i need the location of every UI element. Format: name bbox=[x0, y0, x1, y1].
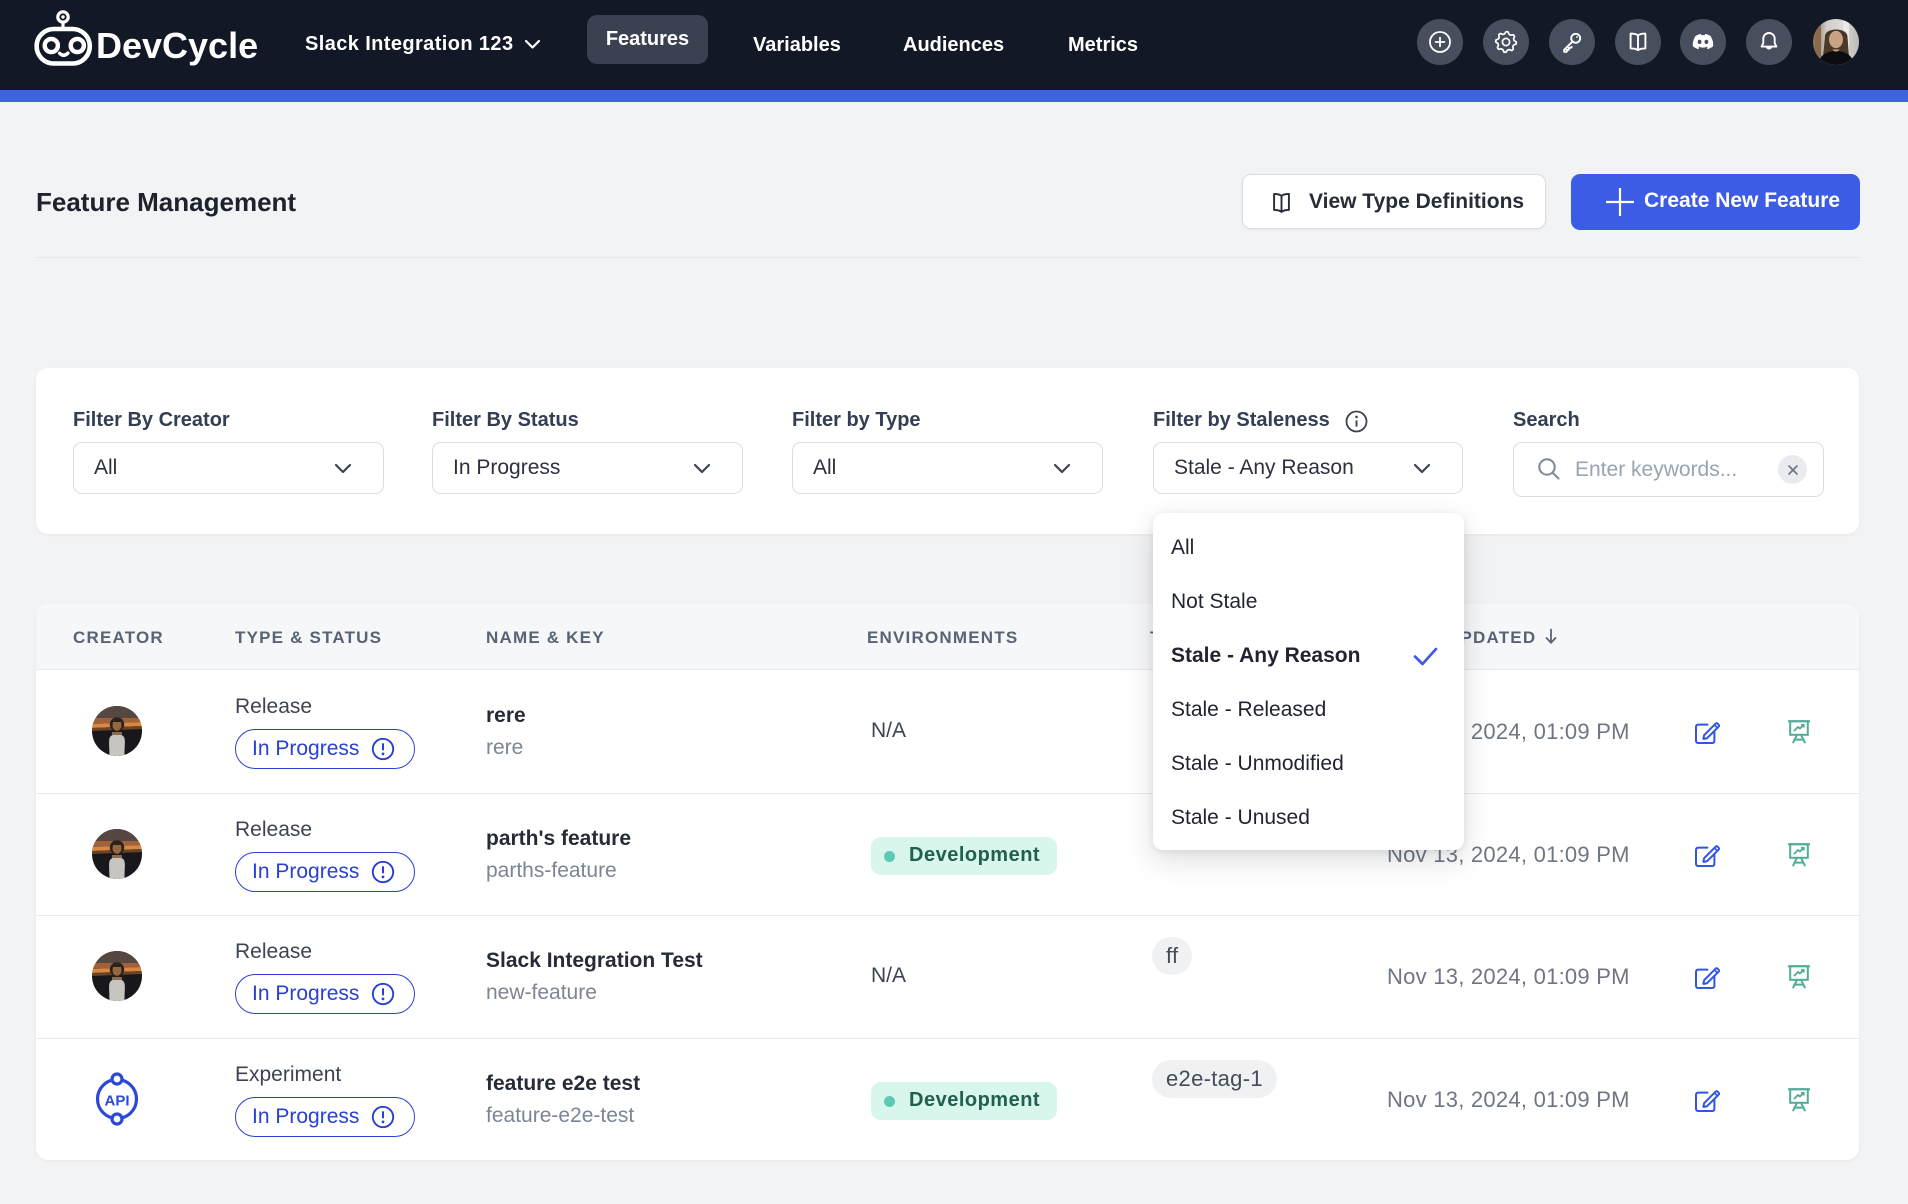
svg-text:API: API bbox=[104, 1093, 129, 1110]
